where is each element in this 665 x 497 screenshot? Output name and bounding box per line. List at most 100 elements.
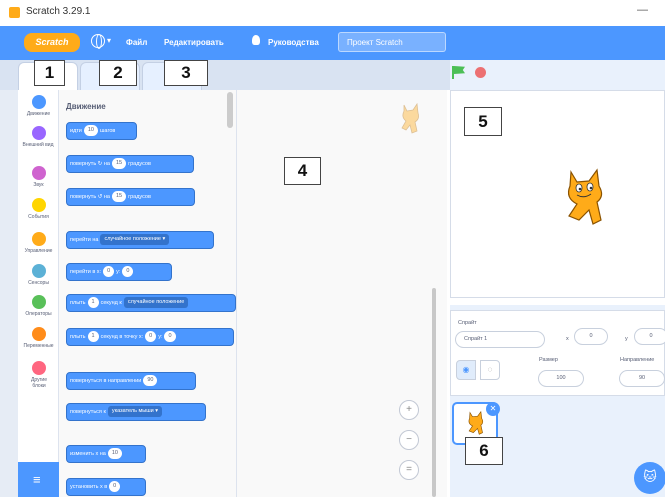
block-input[interactable]: 15 xyxy=(111,158,127,170)
block-input[interactable]: 1 xyxy=(87,297,99,309)
category-control-label[interactable]: Управление xyxy=(18,248,59,254)
rotate-left-icon: ↺ xyxy=(97,194,103,200)
callout-6: 6 xyxy=(465,437,503,465)
direction-label: Направление xyxy=(620,357,655,363)
category-events-label[interactable]: События xyxy=(18,214,59,220)
block-point-towards[interactable]: повернуться к указатель мыши ▾ xyxy=(66,403,206,421)
category-sound-dot[interactable] xyxy=(32,166,46,180)
add-sprite-button[interactable]: 🐱 xyxy=(634,462,665,494)
menu-file[interactable]: Файл xyxy=(126,38,147,47)
zoom-out-button[interactable]: − xyxy=(399,430,419,450)
block-turn-left[interactable]: повернуть ↺ на 15 градусов xyxy=(66,188,195,206)
menu-tutorials[interactable]: Руководства xyxy=(268,38,319,47)
zoom-reset-button[interactable]: = xyxy=(399,460,419,480)
block-text: градусов xyxy=(128,194,151,200)
category-motion-label[interactable]: Движение xyxy=(18,111,59,117)
menu-edit[interactable]: Редактировать xyxy=(164,38,224,47)
chevron-down-icon[interactable]: ▾ xyxy=(107,36,111,45)
block-point-direction[interactable]: повернуться в направлении 90 xyxy=(66,372,196,390)
block-input[interactable]: 1 xyxy=(87,331,99,343)
block-dropdown[interactable]: случайное положение xyxy=(123,297,189,309)
category-menu xyxy=(18,90,59,497)
x-label: x xyxy=(566,336,569,342)
category-sound-label[interactable]: Звук xyxy=(18,182,59,188)
block-input[interactable]: 10 xyxy=(83,125,98,137)
category-variables-dot[interactable] xyxy=(32,327,46,341)
sprite-name-input[interactable]: Спрайт 1 xyxy=(455,331,545,348)
block-text: перейти на xyxy=(70,237,99,243)
x-input[interactable]: 0 xyxy=(574,328,608,345)
stop-icon[interactable] xyxy=(475,67,486,78)
block-text: градусов xyxy=(128,161,151,167)
callout-5: 5 xyxy=(464,107,502,136)
block-input[interactable]: 10 xyxy=(107,448,122,460)
show-sprite-icon[interactable]: ◉ xyxy=(456,360,476,380)
sprite-label: Спрайт xyxy=(458,320,477,326)
scratch-app-icon xyxy=(9,7,20,18)
window-titlebar xyxy=(0,0,665,26)
category-operators-label[interactable]: Операторы xyxy=(18,311,59,317)
category-sensing-label[interactable]: Сенсоры xyxy=(18,280,59,286)
y-label: y xyxy=(625,336,628,342)
direction-input[interactable]: 90 xyxy=(619,370,665,387)
category-control-dot[interactable] xyxy=(32,232,46,246)
palette-scrollbar[interactable] xyxy=(227,92,233,128)
block-dropdown[interactable]: указатель мыши ▾ xyxy=(107,406,163,418)
block-goto-xy[interactable]: перейти в x: 0 y: 0 xyxy=(66,263,172,281)
delete-sprite-icon[interactable]: ✕ xyxy=(486,402,500,416)
category-looks-dot[interactable] xyxy=(32,126,46,140)
block-set-x[interactable]: установить х в0 xyxy=(66,478,146,496)
block-text: плыть xyxy=(70,300,86,306)
minimize-button[interactable]: — xyxy=(637,4,648,16)
zoom-in-button[interactable]: + xyxy=(399,400,419,420)
hide-sprite-icon[interactable]: ◌ xyxy=(480,360,500,380)
category-myblocks-label[interactable]: Другие блоки xyxy=(24,377,54,389)
green-flag-icon[interactable] xyxy=(452,66,454,79)
block-input[interactable]: 15 xyxy=(111,191,127,203)
category-operators-dot[interactable] xyxy=(32,295,46,309)
globe-icon[interactable] xyxy=(91,34,105,49)
block-dropdown[interactable]: случайное положение ▾ xyxy=(100,234,170,246)
category-looks-label[interactable]: Внешний вид xyxy=(21,142,55,148)
project-title-input[interactable]: Проект Scratch xyxy=(338,32,446,52)
block-goto[interactable]: перейти на случайное положение ▾ xyxy=(66,231,214,249)
size-label: Размер xyxy=(539,357,558,363)
callout-1: 1 xyxy=(34,60,65,86)
block-input[interactable]: 0 xyxy=(164,331,176,343)
scratch-logo[interactable]: Scratch xyxy=(24,33,80,52)
block-glide-to[interactable]: плыть 1 секунд к случайное положение xyxy=(66,294,236,312)
block-text: повернуть xyxy=(70,194,97,200)
block-text: повернуться в направлении xyxy=(70,378,142,384)
block-glide-xy[interactable]: плыть 1 секунд в точку x: 0 y: 0 xyxy=(66,328,234,346)
category-sensing-dot[interactable] xyxy=(32,264,46,278)
block-text: установить х в xyxy=(70,484,108,490)
block-input[interactable]: 0 xyxy=(122,266,134,278)
category-myblocks-dot[interactable] xyxy=(32,361,46,375)
block-text: плыть xyxy=(70,334,86,340)
callout-2: 2 xyxy=(99,60,137,86)
block-change-x[interactable]: изменить х на 10 xyxy=(66,445,146,463)
y-input[interactable]: 0 xyxy=(634,328,665,345)
code-area-scrollbar[interactable] xyxy=(432,288,436,497)
extension-icon[interactable]: ≡ xyxy=(33,472,41,487)
block-move-steps[interactable]: идти 10 шагов xyxy=(66,122,137,140)
size-input[interactable]: 100 xyxy=(538,370,584,387)
block-text: повернуться к xyxy=(70,409,106,415)
category-variables-label[interactable]: Переменные xyxy=(18,343,59,349)
block-input[interactable]: 0 xyxy=(109,481,121,493)
window-title: Scratch 3.29.1 xyxy=(26,6,91,17)
block-input[interactable]: 90 xyxy=(143,375,158,387)
callout-3: 3 xyxy=(164,60,208,86)
cat-sprite[interactable] xyxy=(557,166,609,228)
block-input[interactable]: 0 xyxy=(103,266,115,278)
category-events-dot[interactable] xyxy=(32,198,46,212)
palette-section-title: Движение xyxy=(66,102,106,111)
category-motion-dot[interactable] xyxy=(32,95,46,109)
callout-4: 4 xyxy=(284,157,321,185)
block-turn-right[interactable]: повернуть ↻ на 15 градусов xyxy=(66,155,194,173)
block-text: повернуть xyxy=(70,161,97,167)
block-input[interactable]: 0 xyxy=(145,331,157,343)
left-strip xyxy=(0,90,18,497)
block-text: y: xyxy=(116,269,121,275)
block-text: секунд в точку x: xyxy=(100,334,144,340)
